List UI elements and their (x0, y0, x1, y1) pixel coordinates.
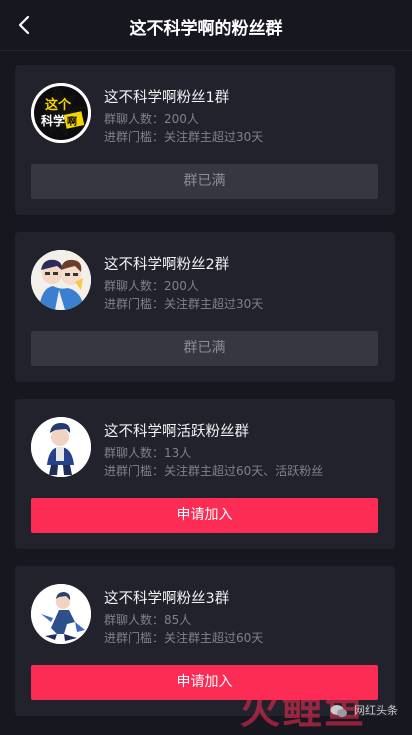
group-member-count: 群聊人数：13人 (104, 446, 192, 460)
group-member-count: 群聊人数：85人 (104, 613, 192, 627)
group-full-button: 群已满 (31, 331, 378, 366)
avatar-text-line1: 这个 (45, 97, 72, 113)
group-name: 这不科学啊粉丝3群 (104, 591, 230, 607)
group-avatar (31, 250, 91, 310)
group-card: 这不科学啊粉丝2群 群聊人数：200人 进群门槛：关注群主超过30天 群已满 (15, 232, 395, 382)
group-member-count: 群聊人数：200人 (104, 112, 199, 126)
group-avatar (31, 584, 91, 644)
page-title: 这不科学啊的粉丝群 (129, 19, 283, 39)
avatar-text-line3: 啊 (67, 116, 77, 128)
group-join-threshold: 进群门槛：关注群主超过60天 (104, 631, 264, 645)
watermark-badge: 网红头条 (330, 697, 398, 723)
group-name: 这不科学啊粉丝1群 (104, 90, 230, 106)
group-join-threshold: 进群门槛：关注群主超过30天 (104, 130, 264, 144)
group-full-button: 群已满 (31, 164, 378, 199)
group-join-threshold: 进群门槛：关注群主超过30天 (104, 297, 264, 311)
apply-join-button[interactable]: 申请加入 (31, 498, 378, 533)
group-card: 这个 科学 啊 这不科学啊粉丝1群 群聊人数：200人 进群门槛：关注群主超过3… (15, 65, 395, 215)
group-name: 这不科学啊活跃粉丝群 (104, 424, 249, 440)
group-avatar: 这个 科学 啊 (31, 83, 91, 143)
avatar-text-line2: 科学 (41, 113, 65, 128)
group-avatar (31, 417, 91, 477)
group-card: 这不科学啊活跃粉丝群 群聊人数：13人 进群门槛：关注群主超过60天、活跃粉丝 … (15, 399, 395, 549)
header-bar: 这不科学啊的粉丝群 (0, 0, 412, 51)
group-member-count: 群聊人数：200人 (104, 279, 199, 293)
watermark-text: 网红头条 (354, 704, 398, 717)
wechat-icon (330, 703, 348, 717)
group-name: 这不科学啊粉丝2群 (104, 257, 230, 273)
group-join-threshold: 进群门槛：关注群主超过60天、活跃粉丝 (104, 464, 324, 478)
